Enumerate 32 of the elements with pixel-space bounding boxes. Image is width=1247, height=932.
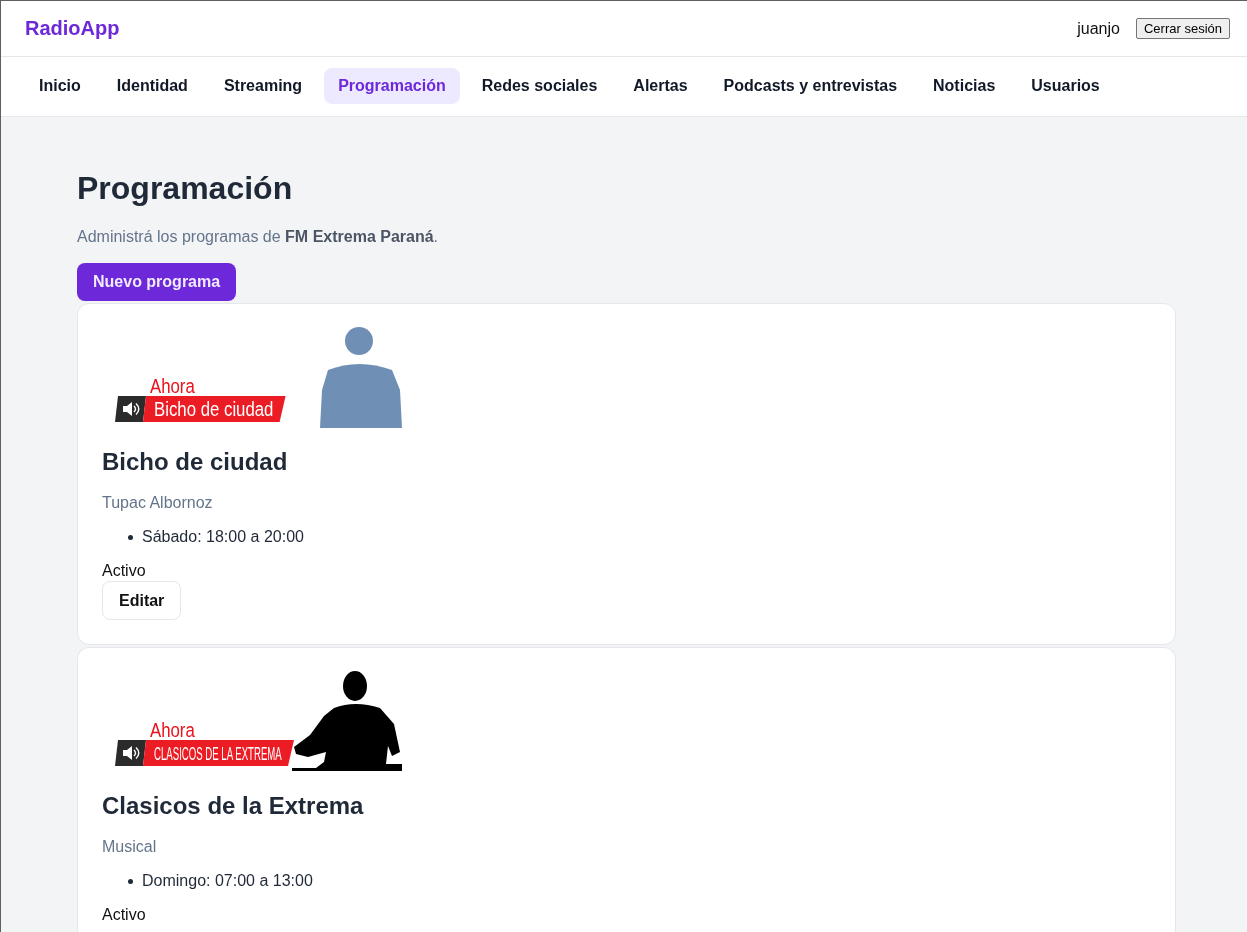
schedule-text: Sábado: 18:00 a 20:00 (142, 527, 304, 547)
page-subtitle: Administrá los programas de FM Extrema Paraná. (77, 227, 439, 247)
program-host: Tupac Albornoz (102, 493, 213, 513)
bullet-icon (128, 878, 133, 884)
nav-tab[interactable]: Streaming (209, 68, 317, 104)
nav-tab[interactable]: Identidad (102, 68, 202, 104)
nav-tab[interactable]: Inicio (25, 68, 95, 104)
nav-tab[interactable]: Programación (324, 68, 460, 104)
app-brand: RadioApp (25, 17, 120, 40)
new-program-button[interactable]: Nuevo programa (77, 263, 237, 301)
now-label: Ahora (150, 374, 195, 398)
nav-tab[interactable]: Podcasts y entrevistas (709, 68, 912, 104)
title-ribbon: Bicho de ciudad (143, 396, 286, 422)
program-status: Activo (102, 561, 146, 581)
bullet-icon (128, 534, 133, 540)
now-label: Ahora (150, 718, 195, 742)
program-host: Musical (102, 837, 157, 857)
nav-tab[interactable]: Usuarios (1017, 68, 1114, 104)
nav-tab[interactable]: Alertas (619, 68, 702, 104)
schedule-text: Domingo: 07:00 a 13:00 (142, 871, 313, 891)
speaker-icon (115, 740, 146, 766)
program-status: Activo (102, 905, 146, 925)
logout-button[interactable]: Cerrar sesión (1135, 18, 1230, 39)
program-name: Clasicos de la Extrema (102, 791, 364, 820)
page-title: Programación (77, 169, 293, 207)
user-name: juanjo (1077, 19, 1120, 38)
nav-tab[interactable]: Redes sociales (467, 68, 612, 104)
program-name: Bicho de ciudad (102, 447, 288, 476)
title-ribbon: CLASICOS DE LA EXTREMA (143, 740, 294, 766)
speaker-icon (115, 396, 146, 422)
nav-tab[interactable]: Noticias (919, 68, 1010, 104)
edit-button[interactable]: Editar (102, 581, 182, 620)
